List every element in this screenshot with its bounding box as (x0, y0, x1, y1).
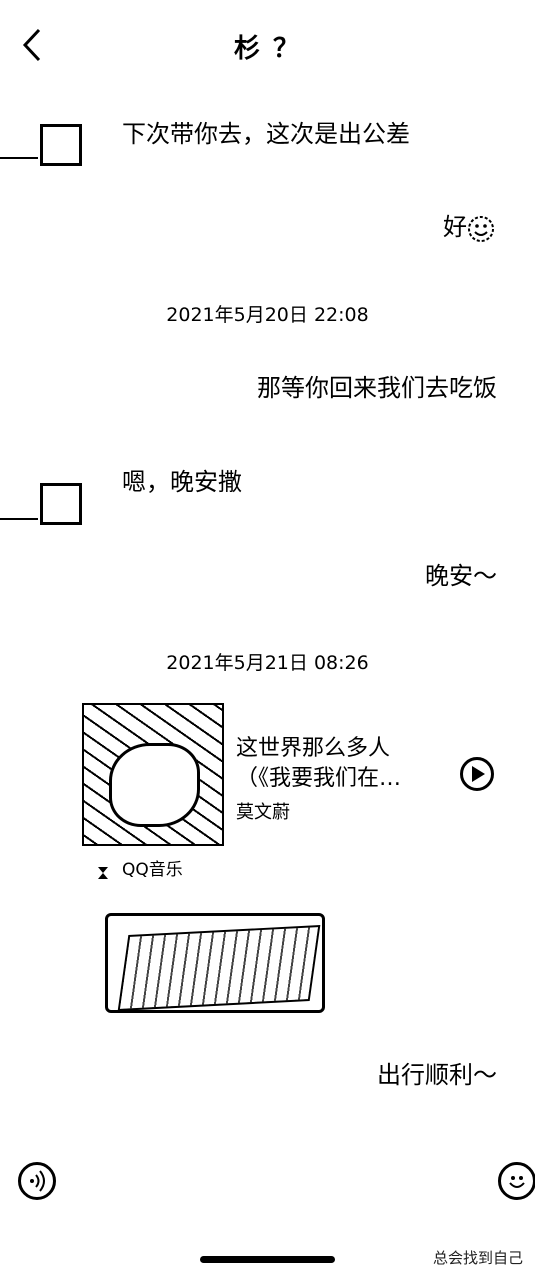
message-sent: 晚安～ (425, 562, 497, 590)
watermark-text: 总会找到自己 (432, 1249, 523, 1267)
home-indicator[interactable] (200, 1256, 335, 1263)
voice-input-button[interactable] (18, 1162, 56, 1200)
album-cover (82, 703, 224, 846)
avatar-divider (0, 157, 38, 159)
chat-title: 杉 ？ (233, 34, 302, 64)
song-artist: 莫文蔚 (236, 802, 290, 823)
avatar[interactable] (40, 483, 82, 525)
play-button[interactable] (460, 757, 494, 791)
emoji-button[interactable] (498, 1162, 535, 1200)
avatar-divider (0, 518, 38, 520)
message-sent: 出行顺利～ (377, 1061, 497, 1089)
smile-emoji-icon (466, 214, 496, 244)
music-share-card[interactable]: 这世界那么多人 （《我要我们在… 莫文蔚 (82, 703, 507, 846)
avatar[interactable] (40, 124, 82, 166)
voice-icon (30, 1170, 45, 1192)
qq-music-icon (97, 864, 109, 879)
song-title: 这世界那么多人 (236, 736, 391, 761)
timestamp: 2021年5月20日 22:08 (166, 304, 369, 326)
music-source: QQ音乐 (122, 860, 183, 880)
song-subtitle: （《我要我们在… (236, 766, 402, 791)
image-message[interactable] (105, 913, 325, 1013)
message-received: 嗯，晚安撒 (122, 468, 242, 496)
play-icon (472, 766, 485, 782)
emoji-icon (509, 1176, 525, 1188)
message-sent: 好 (443, 213, 467, 241)
message-sent: 那等你回来我们去吃饭 (257, 374, 497, 402)
message-received: 下次带你去，这次是出公差 (122, 120, 410, 148)
timestamp: 2021年5月21日 08:26 (166, 652, 369, 674)
